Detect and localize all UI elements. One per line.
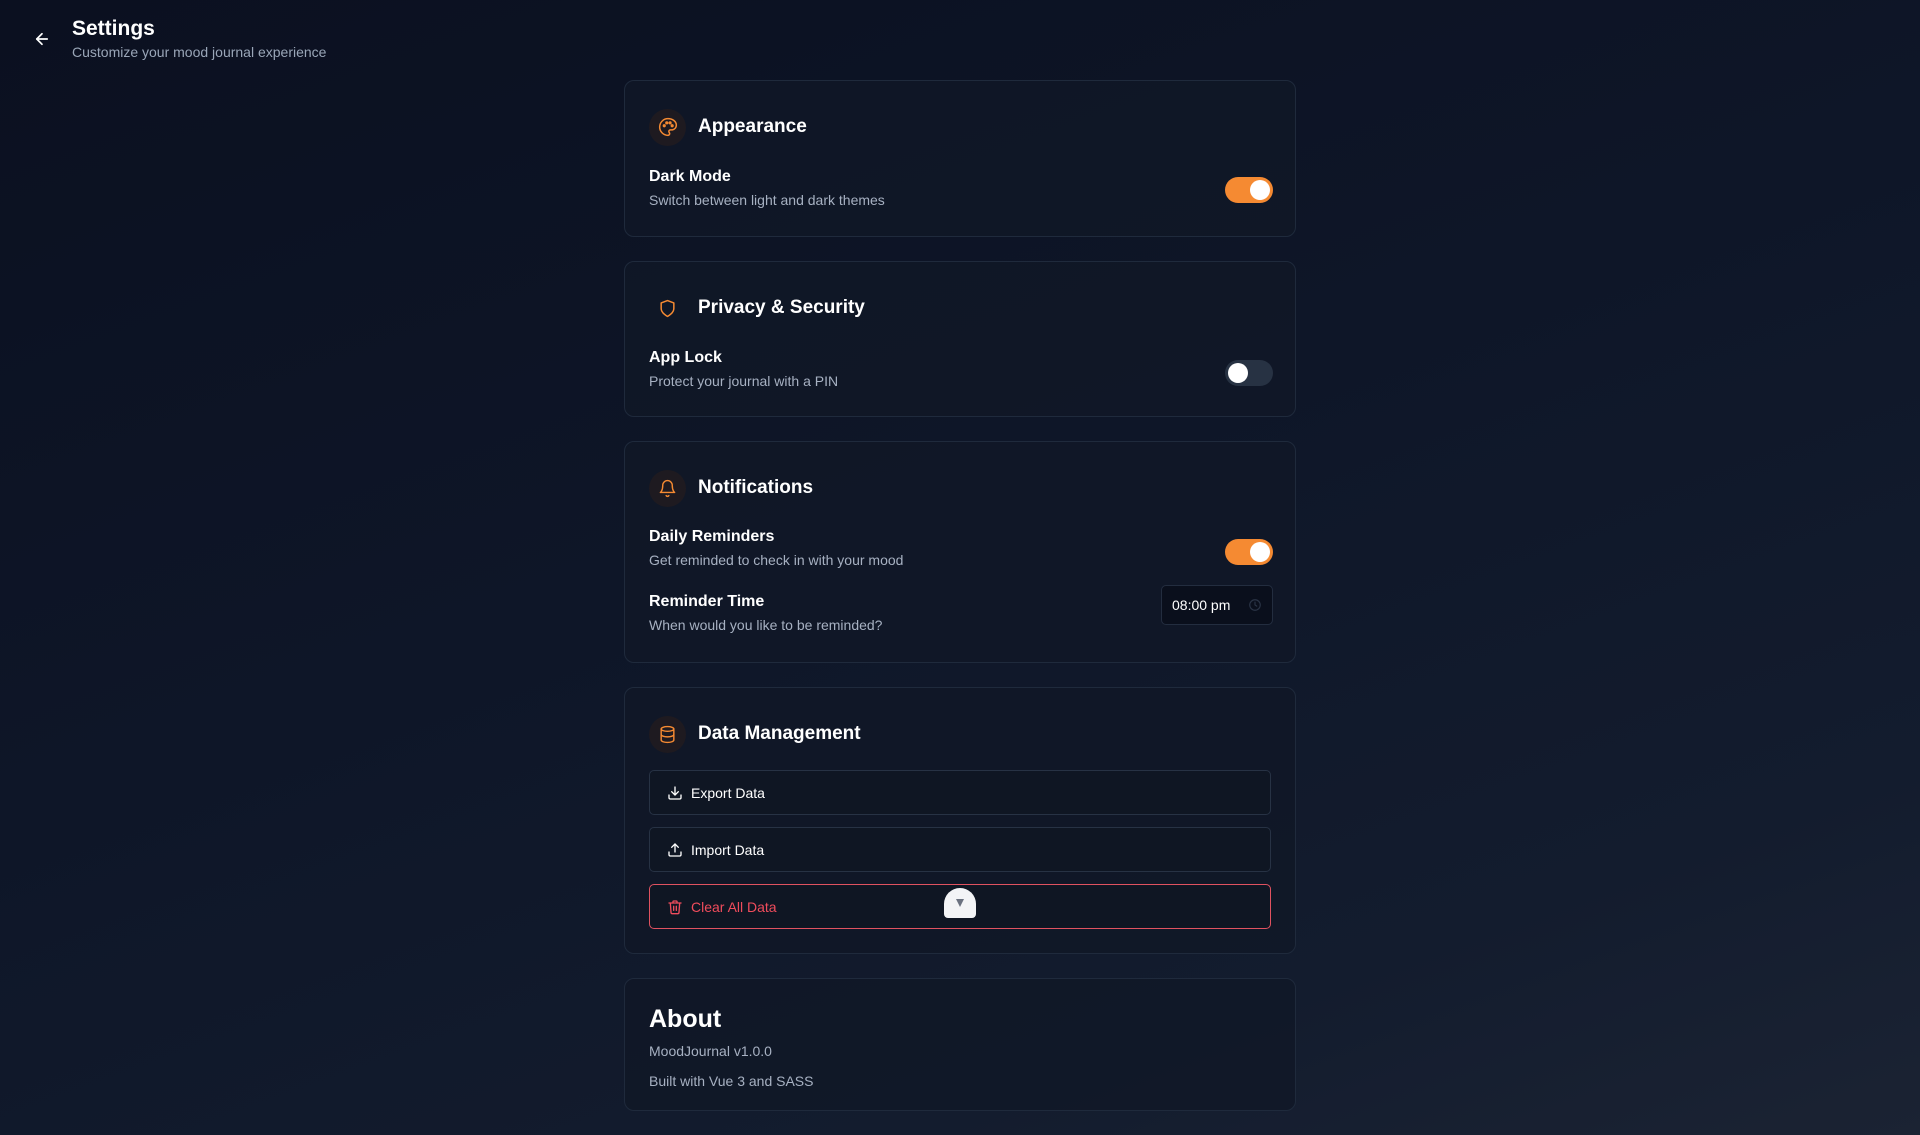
reminder-time-input[interactable]: 08:00 pm (1161, 585, 1273, 625)
data-management-title: Data Management (698, 723, 861, 744)
import-data-button[interactable]: Import Data (649, 827, 1271, 872)
app-lock-description: Protect your journal with a PIN (649, 373, 839, 389)
trash-icon (667, 899, 683, 915)
page-title: Settings (72, 17, 155, 40)
privacy-card: Privacy & Security App Lock Protect your… (624, 261, 1296, 417)
data-management-header: Data Management (649, 712, 861, 756)
notifications-card: Notifications Daily Reminders Get remind… (624, 441, 1296, 663)
toggle-knob (1228, 363, 1248, 383)
reminder-time-value: 08:00 pm (1172, 597, 1231, 613)
daily-reminders-description: Get reminded to check in with your mood (649, 552, 904, 568)
about-title: About (649, 1005, 722, 1033)
bell-icon (649, 469, 686, 507)
export-data-label: Export Data (691, 784, 765, 801)
upload-icon (667, 842, 683, 858)
appearance-card: Appearance Dark Mode Switch between ligh… (624, 80, 1296, 237)
import-data-label: Import Data (691, 841, 765, 858)
download-icon (667, 785, 683, 801)
toggle-knob (1250, 180, 1270, 200)
app-lock-label: App Lock (649, 349, 722, 366)
database-icon (649, 715, 686, 753)
dark-mode-setting: Dark Mode Switch between light and dark … (649, 168, 1273, 208)
notifications-header: Notifications (649, 466, 813, 510)
appearance-header: Appearance (649, 105, 807, 149)
page-subtitle: Customize your mood journal experience (72, 44, 327, 60)
daily-reminders-label: Daily Reminders (649, 528, 775, 545)
dark-mode-description: Switch between light and dark themes (649, 192, 885, 208)
arrow-left-icon (35, 32, 49, 46)
back-button[interactable] (27, 24, 57, 54)
daily-reminders-toggle[interactable] (1225, 539, 1273, 565)
appearance-title: Appearance (698, 116, 807, 137)
clear-all-data-label: Clear All Data (691, 898, 777, 915)
app-lock-toggle[interactable] (1225, 360, 1273, 386)
mouse-cursor-icon (944, 888, 976, 918)
page-header: Settings Customize your mood journal exp… (0, 0, 1920, 80)
about-card: About MoodJournal v1.0.0 Built with Vue … (624, 978, 1296, 1111)
privacy-title: Privacy & Security (698, 297, 865, 318)
toggle-knob (1250, 542, 1270, 562)
shield-icon (649, 290, 686, 327)
clock-icon[interactable] (1248, 598, 1262, 615)
notifications-title: Notifications (698, 477, 814, 498)
dark-mode-toggle[interactable] (1225, 177, 1273, 203)
about-built-with: Built with Vue 3 and SASS (649, 1073, 814, 1089)
palette-icon (649, 108, 686, 146)
app-lock-setting: App Lock Protect your journal with a PIN (649, 349, 1273, 389)
export-data-button[interactable]: Export Data (649, 770, 1271, 815)
daily-reminders-setting: Daily Reminders Get reminded to check in… (649, 528, 1273, 568)
reminder-time-setting: Reminder Time When would you like to be … (649, 585, 1273, 633)
dark-mode-label: Dark Mode (649, 168, 731, 185)
about-version: MoodJournal v1.0.0 (649, 1043, 772, 1059)
privacy-header: Privacy & Security (649, 286, 865, 330)
